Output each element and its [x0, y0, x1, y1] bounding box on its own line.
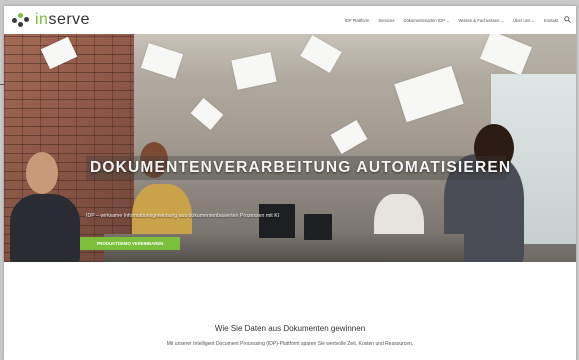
section-subtitle: Mit unserer Intelligent Document Process… — [166, 341, 414, 347]
search-icon[interactable] — [564, 16, 571, 23]
person-left — [10, 194, 80, 262]
desk-monitor — [304, 214, 332, 240]
product-demo-button[interactable]: PRODUKTDEMO VEREINBAREN — [80, 237, 180, 250]
intro-section: Wie Sie Daten aus Dokumenten gewinnen Mi… — [4, 262, 576, 360]
flying-paper — [394, 65, 464, 123]
hero-subtitle: IDP – wirksame Informationsgewinnung aus… — [86, 213, 280, 219]
nav-item-dokumentenarten[interactable]: Dokumentenarten IDP ⌄ — [403, 18, 449, 23]
nav-item-idp-plattform[interactable]: IDP Plattform — [345, 18, 370, 23]
hero-title: DOKUMENTENVERARBEITUNG AUTOMATISIEREN — [86, 156, 510, 180]
inserve-logo[interactable]: inserve — [12, 11, 90, 29]
person-left-head — [26, 152, 58, 194]
website-page: inserve IDP Plattform Services Dokumente… — [4, 6, 576, 360]
nav-item-ueber-uns[interactable]: Über uns ⌄ — [513, 18, 535, 23]
nav-item-services[interactable]: Services — [378, 18, 394, 23]
nav-item-kontakt[interactable]: Kontakt — [544, 18, 558, 23]
hero-banner: DOKUMENTENVERARBEITUNG AUTOMATISIEREN ID… — [4, 34, 576, 262]
flying-paper — [190, 97, 224, 131]
nav-item-wissen[interactable]: Wissen & Fachwissen ⌄ — [458, 18, 504, 23]
flying-paper — [330, 119, 368, 155]
logo-mark-icon — [12, 12, 32, 28]
site-header: inserve IDP Plattform Services Dokumente… — [4, 6, 576, 34]
desk-monitor — [259, 204, 295, 238]
section-title: Wie Sie Daten aus Dokumenten gewinnen — [214, 324, 366, 333]
main-navigation: IDP Plattform Services Dokumentenarten I… — [345, 6, 558, 34]
logo-wordmark: inserve — [35, 11, 91, 28]
